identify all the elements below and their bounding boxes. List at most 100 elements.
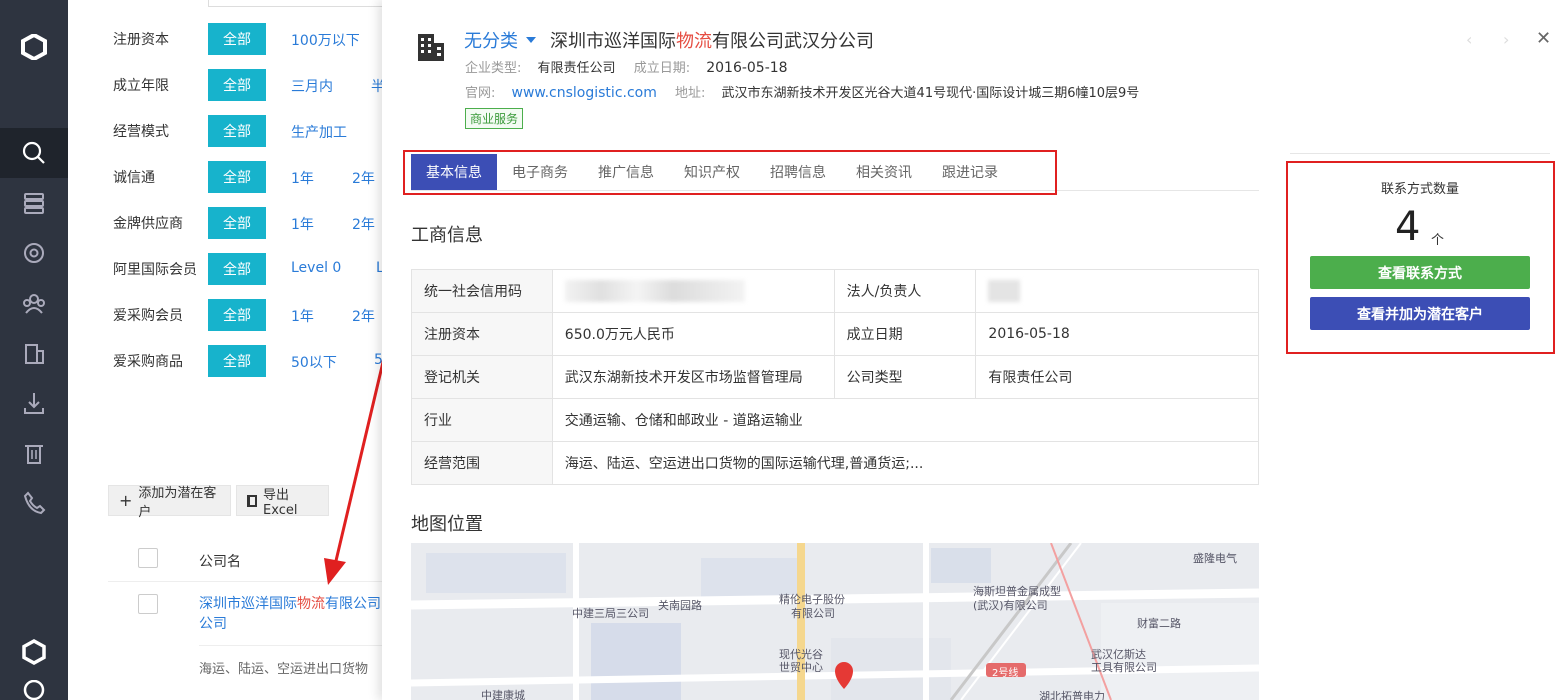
filter-row-acg-member: 爱采购会员 全部 bbox=[113, 299, 266, 331]
table-row: 注册资本 650.0万元人民币 成立日期 2016-05-18 bbox=[411, 312, 1259, 356]
industry-tag: 商业服务 bbox=[465, 108, 524, 129]
filter-all-button[interactable]: 全部 bbox=[208, 161, 266, 193]
map-label: 中建康城 bbox=[481, 689, 525, 700]
filter-row-gold: 金牌供应商 全部 bbox=[113, 207, 266, 239]
filter-all-button[interactable]: 全部 bbox=[208, 23, 266, 55]
aperture-icon[interactable] bbox=[0, 228, 68, 278]
business-scope-snippet: 海运、陆运、空运进出口货物 bbox=[199, 662, 369, 677]
capital-key: 注册资本 bbox=[411, 312, 553, 356]
filter-all-button[interactable]: 全部 bbox=[208, 115, 266, 147]
export-excel-button[interactable]: 导出Excel bbox=[236, 485, 329, 518]
search-box-edge bbox=[208, 0, 388, 7]
column-header-company: 公司名 bbox=[199, 554, 241, 570]
filter-all-button[interactable]: 全部 bbox=[208, 253, 266, 285]
company-name-part: 公司 bbox=[199, 616, 227, 632]
filter-option[interactable]: 100万以下 bbox=[291, 30, 360, 50]
address-value: 武汉市东湖新技术开发区光谷大道41号现代·国际设计城三期6幢10层9号 bbox=[721, 86, 1140, 101]
filter-option[interactable]: 1年 bbox=[291, 306, 314, 326]
table-row: 登记机关 武汉东湖新技术开发区市场监督管理局 公司类型 有限责任公司 bbox=[411, 355, 1259, 399]
section-title-map: 地图位置 bbox=[411, 514, 483, 535]
est-value: 2016-05-18 bbox=[706, 60, 788, 76]
annotation-box-tabs bbox=[403, 150, 1057, 195]
authority-value: 武汉东湖新技术开发区市场监督管理局 bbox=[551, 355, 835, 399]
filter-all-button[interactable]: 全部 bbox=[208, 345, 266, 377]
filter-label: 金牌供应商 bbox=[113, 216, 183, 232]
map-label: 有限公司 bbox=[791, 607, 835, 620]
database-icon[interactable] bbox=[0, 178, 68, 228]
row-checkbox[interactable] bbox=[138, 594, 158, 614]
filter-label: 成立年限 bbox=[113, 78, 169, 94]
divider bbox=[199, 645, 389, 646]
meta-row-2: 官网: www.cnslogistic.com 地址: 武汉市东湖新技术开发区光… bbox=[465, 82, 1139, 101]
filter-all-button[interactable]: 全部 bbox=[208, 299, 266, 331]
plus-icon: + bbox=[119, 490, 133, 510]
map-label: 湖北拓普电力 bbox=[1039, 690, 1105, 700]
download-icon[interactable] bbox=[0, 378, 68, 428]
add-potential-label: 添加为潜在客户 bbox=[138, 485, 217, 520]
search-icon[interactable] bbox=[0, 128, 68, 178]
add-potential-button[interactable]: + 添加为潜在客户 bbox=[108, 485, 231, 520]
title-highlight: 物流 bbox=[676, 31, 712, 52]
address-label: 地址: bbox=[675, 86, 706, 101]
filter-row-intl: 阿里国际会员 全部 bbox=[113, 253, 266, 285]
trash-icon[interactable] bbox=[0, 428, 68, 478]
filter-row-capital: 注册资本 全部 bbox=[113, 23, 266, 55]
prev-arrow-icon[interactable]: ‹ bbox=[1466, 30, 1472, 49]
filter-label: 阿里国际会员 bbox=[113, 262, 197, 278]
export-excel-label: 导出Excel bbox=[263, 487, 298, 518]
brand-icon[interactable] bbox=[0, 627, 68, 677]
filter-label: 经营模式 bbox=[113, 124, 169, 140]
filter-label: 爱采购会员 bbox=[113, 308, 183, 324]
left-nav bbox=[0, 0, 68, 700]
users-icon[interactable] bbox=[0, 278, 68, 328]
filter-option[interactable]: 生产加工 bbox=[291, 122, 347, 142]
legal-rep-value bbox=[975, 269, 1259, 313]
company-building-icon bbox=[414, 30, 448, 64]
est-label: 成立日期: bbox=[633, 61, 691, 76]
section-title-business: 工商信息 bbox=[411, 225, 483, 246]
table-row: 行业 交通运输、仓储和邮政业 - 道路运输业 bbox=[411, 398, 1260, 442]
excel-icon bbox=[247, 494, 258, 507]
title-part: 有限公司武汉分公司 bbox=[712, 31, 874, 52]
credit-code-key: 统一社会信用码 bbox=[411, 269, 553, 313]
map-view[interactable]: 盛隆电气 海斯坦普金属成型 (武汉)有限公司 精伦电子股份 有限公司 中建三局三… bbox=[411, 543, 1259, 700]
filter-row-acg-goods: 爱采购商品 全部 bbox=[113, 345, 266, 377]
close-icon[interactable]: ✕ bbox=[1536, 28, 1551, 49]
filter-row-age: 成立年限 全部 bbox=[113, 69, 266, 101]
redacted-blur bbox=[988, 280, 1021, 302]
filter-label: 诚信通 bbox=[113, 170, 155, 186]
table-row: 统一社会信用码 法人/负责人 bbox=[411, 269, 1259, 313]
filter-all-button[interactable]: 全部 bbox=[208, 69, 266, 101]
filter-option[interactable]: 1年 bbox=[291, 168, 314, 188]
company-link[interactable]: 深圳市巡洋国际物流有限公司 公司 bbox=[199, 594, 389, 634]
website-link[interactable]: www.cnslogistic.com bbox=[512, 85, 657, 101]
meta-row-1: 企业类型: 有限责任公司 成立日期: 2016-05-18 bbox=[465, 57, 788, 76]
logo-icon[interactable] bbox=[0, 22, 68, 72]
filter-option[interactable]: 2年 bbox=[352, 168, 375, 188]
title-part: 深圳市巡洋国际 bbox=[550, 31, 676, 52]
map-label: 财富二路 bbox=[1137, 617, 1181, 630]
capital-value: 650.0万元人民币 bbox=[551, 312, 835, 356]
filter-option[interactable]: 1年 bbox=[291, 214, 314, 234]
annotation-box-contact bbox=[1286, 161, 1555, 354]
map-label: 关南园路 bbox=[658, 599, 702, 612]
settings-icon[interactable] bbox=[0, 680, 68, 700]
next-arrow-icon[interactable]: › bbox=[1503, 30, 1509, 49]
authority-key: 登记机关 bbox=[411, 355, 553, 399]
phone-icon[interactable] bbox=[0, 478, 68, 528]
select-all-checkbox[interactable] bbox=[138, 548, 158, 568]
filter-option[interactable]: 三月内 bbox=[291, 76, 333, 96]
caret-down-icon[interactable] bbox=[526, 37, 536, 43]
company-type-key: 公司类型 bbox=[833, 355, 977, 399]
map-base bbox=[411, 543, 1259, 700]
filter-label: 爱采购商品 bbox=[113, 354, 183, 370]
building-icon[interactable] bbox=[0, 328, 68, 378]
filter-option[interactable]: 2年 bbox=[352, 214, 375, 234]
filter-all-button[interactable]: 全部 bbox=[208, 207, 266, 239]
business-info-table: 统一社会信用码 法人/负责人 注册资本 650.0万元人民币 成立日期 2016… bbox=[411, 269, 1260, 485]
scope-value: 海运、陆运、空运进出口货物的国际运输代理,普通货运;... bbox=[551, 441, 1260, 485]
category-dropdown[interactable]: 无分类 bbox=[464, 27, 518, 53]
map-label: 工具有限公司 bbox=[1091, 661, 1157, 674]
table-row: 经营范围 海运、陆运、空运进出口货物的国际运输代理,普通货运;... bbox=[411, 441, 1260, 485]
legal-rep-key: 法人/负责人 bbox=[833, 269, 977, 313]
